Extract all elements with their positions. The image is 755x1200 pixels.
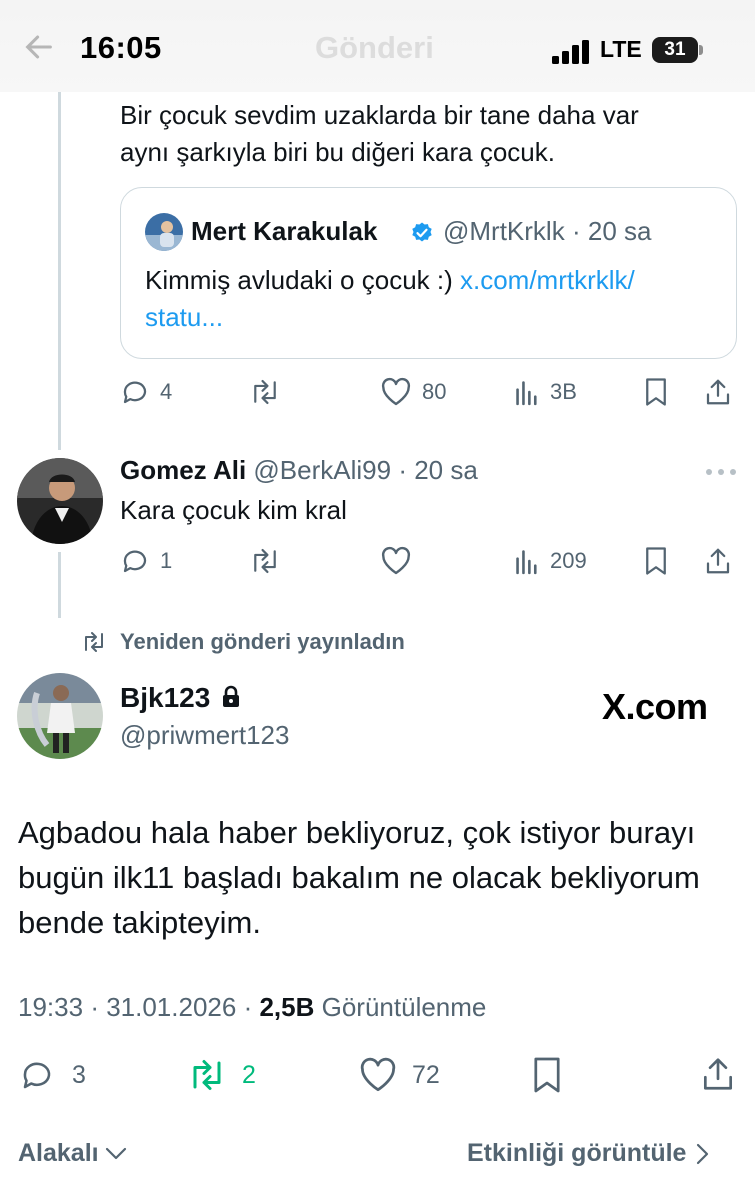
network-label: LTE <box>600 36 642 62</box>
bookmark-button[interactable] <box>531 1055 563 1095</box>
view-count: 3B <box>550 379 577 404</box>
post-header: Gomez Ali @BerkAli99 · 20 sa <box>120 455 478 485</box>
signal-icon <box>552 40 589 64</box>
post-text: Kara çocuk kim kral <box>120 495 347 525</box>
battery-level: 31 <box>664 39 686 60</box>
avatar <box>145 213 183 251</box>
sort-dropdown[interactable]: Alakalı <box>18 1139 127 1168</box>
like-button[interactable]: 72 <box>358 1057 440 1093</box>
reply-button[interactable]: 1 <box>120 546 172 576</box>
bookmark-button[interactable] <box>643 377 669 407</box>
heart-icon <box>381 546 411 575</box>
view-activity-link[interactable]: Etkinliği görüntüle <box>467 1139 710 1168</box>
avatar[interactable] <box>17 673 103 759</box>
bookmark-icon <box>534 1057 560 1093</box>
author-handle[interactable]: @BerkAli99 <box>253 455 391 485</box>
view-count: 209 <box>550 548 587 573</box>
post-date: 31.01.2026 <box>106 992 237 1022</box>
like-button[interactable]: 80 <box>380 377 446 407</box>
share-icon <box>703 1058 733 1090</box>
reply-icon <box>123 381 147 404</box>
avatar[interactable] <box>17 458 103 544</box>
repost-icon <box>193 1060 221 1090</box>
thread-line <box>58 552 61 618</box>
author-handle[interactable]: @priwmert123 <box>120 720 289 751</box>
post-text: Agbadou hala haber bekliyoruz, çok istiy… <box>18 815 700 940</box>
analytics-icon <box>516 381 537 406</box>
repost-button[interactable]: 2 <box>186 1057 256 1093</box>
quoted-meta: @MrtKrklk · 20 sa <box>443 216 652 246</box>
quoted-time[interactable]: 20 sa <box>588 216 652 246</box>
reply-icon <box>123 550 147 573</box>
repost-count: 2 <box>242 1060 256 1089</box>
repost-button[interactable] <box>248 377 282 407</box>
quoted-author-name[interactable]: Mert Karakulak <box>191 216 377 247</box>
author-name[interactable]: Gomez Ali <box>120 455 246 485</box>
reply-button[interactable]: 4 <box>120 377 172 407</box>
heart-icon <box>381 377 411 406</box>
bookmark-button[interactable] <box>643 546 669 576</box>
more-options-icon[interactable] <box>704 467 738 477</box>
author-name[interactable]: Bjk123 <box>120 682 210 714</box>
back-arrow-icon[interactable] <box>22 30 56 64</box>
views-label: Görüntülenme <box>321 992 487 1022</box>
x-watermark: X.com <box>602 686 708 727</box>
bookmark-icon <box>646 547 666 575</box>
quoted-post-card[interactable]: Mert Karakulak @MrtKrklk · 20 sa Kimmiş … <box>120 187 737 359</box>
views-count[interactable]: 2,5B <box>259 992 314 1022</box>
share-icon <box>706 379 730 405</box>
share-icon <box>706 548 730 574</box>
reply-count: 1 <box>160 548 173 573</box>
thread-line <box>58 92 61 450</box>
battery-icon: 31 <box>652 37 704 63</box>
chevron-down-icon <box>105 1147 126 1159</box>
reply-button[interactable]: 3 <box>18 1057 86 1093</box>
like-button[interactable] <box>380 546 412 576</box>
lock-icon <box>223 685 239 707</box>
header-title: Gönderi <box>315 30 434 65</box>
views-button[interactable]: 3B <box>514 377 577 407</box>
verified-badge-icon <box>412 222 432 242</box>
repost-icon <box>254 548 276 574</box>
reply-count: 4 <box>160 379 173 404</box>
quoted-link[interactable]: x.com/mrtkrklk/ <box>460 265 635 295</box>
post-meta: 19:33 · 31.01.2026 · 2,5B Görüntülenme <box>18 992 487 1022</box>
share-button[interactable] <box>703 377 733 407</box>
chevron-right-icon <box>697 1143 709 1164</box>
activity-label: Etkinliği görüntüle <box>467 1139 687 1167</box>
analytics-icon <box>516 550 537 575</box>
repost-icon <box>85 632 103 652</box>
post-text: Bir çocuk sevdim uzaklarda bir tane daha… <box>120 100 639 167</box>
bookmark-icon <box>646 378 666 406</box>
post-time: 19:33 <box>18 992 84 1022</box>
post-time[interactable]: 20 sa <box>414 455 478 485</box>
quoted-text: Kimmiş avludaki o çocuk :) x.com/mrtkrkl… <box>145 265 635 332</box>
sort-label: Alakalı <box>18 1139 99 1167</box>
reply-icon <box>23 1062 51 1089</box>
status-time: 16:05 <box>80 30 162 65</box>
views-button[interactable]: 209 <box>514 546 587 576</box>
like-count: 72 <box>412 1060 440 1089</box>
share-button[interactable] <box>703 546 733 576</box>
repost-context-label[interactable]: Yeniden gönderi yayınladın <box>120 629 405 655</box>
quoted-handle[interactable]: @MrtKrklk <box>443 216 565 246</box>
quoted-link-cont[interactable]: statu... <box>145 302 223 332</box>
share-button[interactable] <box>699 1055 737 1093</box>
repost-icon <box>254 379 276 405</box>
like-count: 80 <box>422 379 447 404</box>
repost-button[interactable] <box>248 546 282 576</box>
heart-icon <box>360 1057 396 1092</box>
reply-count: 3 <box>72 1060 86 1089</box>
